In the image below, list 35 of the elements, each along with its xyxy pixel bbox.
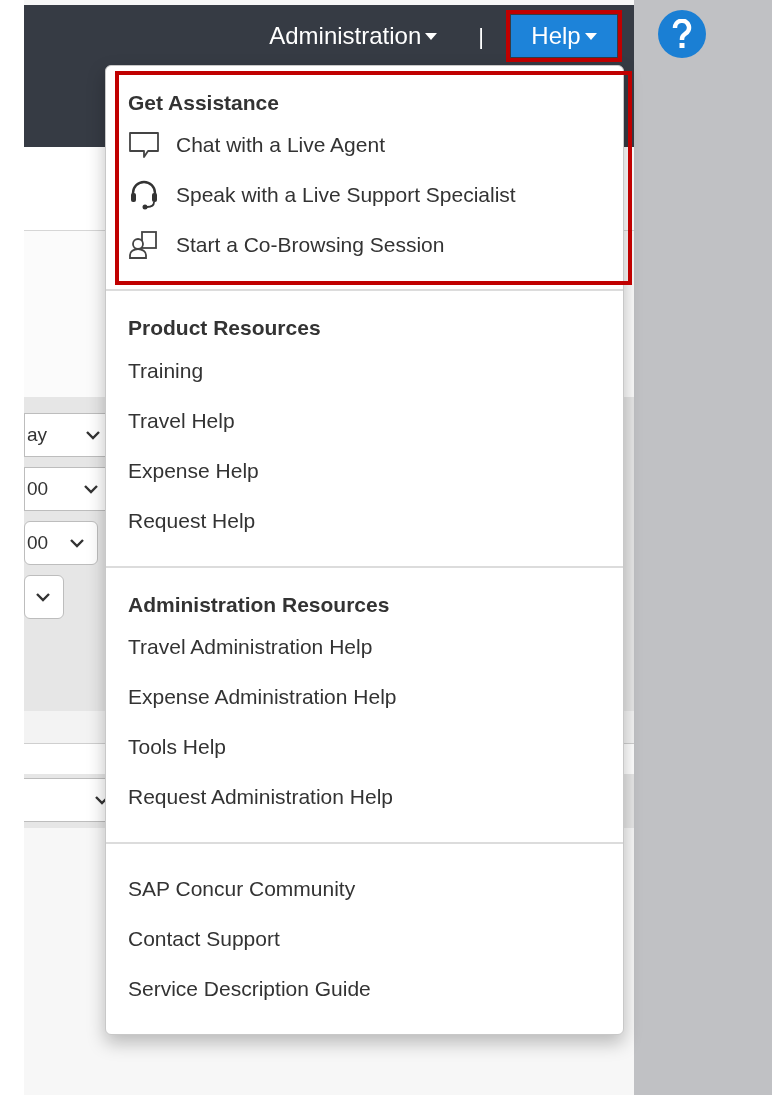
- help-icon[interactable]: [658, 10, 706, 58]
- section-heading: Get Assistance: [128, 90, 280, 116]
- menu-link[interactable]: Travel Administration Help: [128, 621, 601, 672]
- menu-link[interactable]: Start a Co-Browsing Session: [128, 220, 601, 270]
- menu-link[interactable]: Contact Support: [128, 914, 601, 964]
- field-value: 00: [26, 476, 50, 501]
- headset-icon: [128, 180, 160, 210]
- menu-link[interactable]: Training: [128, 345, 601, 396]
- caret-icon: [425, 32, 438, 40]
- menu-link[interactable]: SAP Concur Community: [128, 864, 601, 914]
- menu-link[interactable]: Tools Help: [128, 721, 601, 772]
- chevron-icon: [35, 592, 51, 602]
- dropdown-field[interactable]: 00: [24, 521, 98, 565]
- section-heading: Administration Resources: [128, 591, 391, 618]
- chat-bubble-icon: [128, 131, 160, 159]
- nav-menu-button[interactable]: Help: [511, 15, 617, 57]
- field-value: 00: [26, 530, 50, 555]
- user-document-icon: [128, 230, 160, 260]
- section-heading: Product Resources: [128, 315, 322, 342]
- menu-link[interactable]: Chat with a Live Agent: [128, 120, 601, 170]
- dropdown-field[interactable]: [24, 575, 64, 619]
- nav-separator: |: [478, 22, 484, 51]
- menu-link[interactable]: Expense Help: [128, 445, 601, 496]
- field-value: ay: [26, 422, 49, 447]
- chevron-icon: [69, 538, 85, 548]
- menu-link[interactable]: Request Help: [128, 495, 601, 546]
- menu-link[interactable]: Speak with a Live Support Specialist: [128, 170, 601, 220]
- menu-link[interactable]: Travel Help: [128, 395, 601, 446]
- chevron-icon: [85, 430, 101, 440]
- caret-icon: [584, 32, 597, 40]
- chevron-icon: [83, 484, 99, 494]
- menu-link[interactable]: Service Description Guide: [128, 964, 601, 1014]
- menu-link[interactable]: Expense Administration Help: [128, 671, 601, 722]
- nav-menu-button[interactable]: Administration: [255, 15, 452, 57]
- menu-link[interactable]: Request Administration Help: [128, 771, 601, 822]
